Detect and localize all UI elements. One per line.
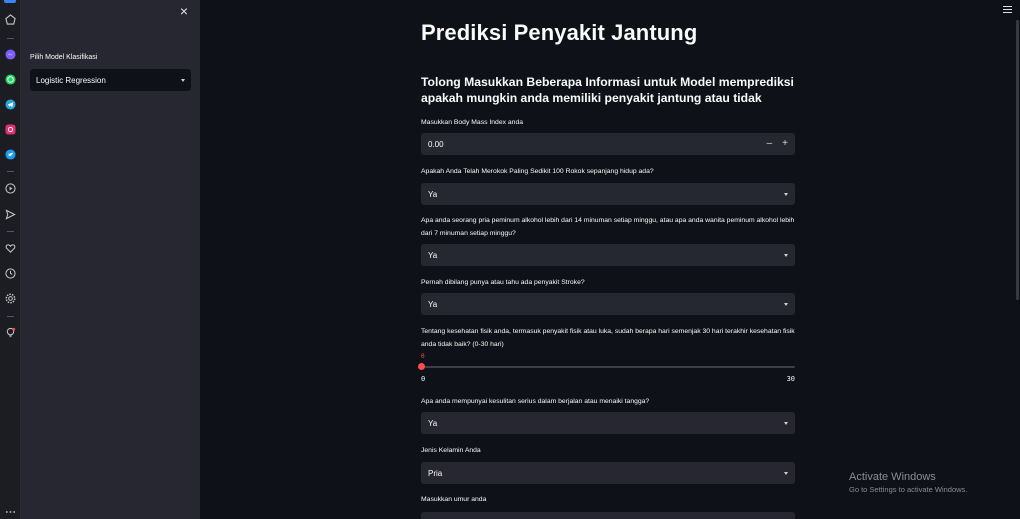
twitter-icon[interactable] <box>4 148 17 161</box>
walking-label: Apa anda mempunyai kesulitan serius dala… <box>421 398 650 405</box>
chevron-down-icon <box>784 253 788 257</box>
bmi-label: Masukkan Body Mass Index anda <box>421 119 524 126</box>
rail-divider <box>7 231 14 232</box>
bmi-number-input[interactable]: 0.00 – + <box>421 133 795 155</box>
age-input[interactable] <box>421 512 795 519</box>
slider-current-value: 0 <box>421 353 425 360</box>
page-title: Prediksi Penyakit Jantung <box>421 20 698 45</box>
alcohol-select[interactable]: Ya <box>421 244 795 266</box>
lightbulb-icon[interactable] <box>4 326 17 339</box>
sex-value: Pria <box>428 468 443 478</box>
browser-sidebar-rail <box>0 0 21 519</box>
close-icon: × <box>179 3 189 19</box>
sex-label: Jenis Kelamin Anda <box>421 447 481 454</box>
telegram-icon[interactable] <box>4 98 17 111</box>
stroke-label: Pernah dibilang punya atau tahu ada peny… <box>421 279 585 286</box>
age-label: Masukkan umur anda <box>421 496 487 503</box>
smoking-label: Apakah Anda Telah Merokok Paling Sedikit… <box>421 168 654 175</box>
messenger-icon[interactable] <box>4 48 17 61</box>
model-select[interactable]: Logistic Regression <box>30 69 191 91</box>
app-sidebar: × Pilih Model Klasifikasi Logistic Regre… <box>21 0 200 519</box>
instagram-icon[interactable] <box>4 123 17 136</box>
slider-min-label: 0 <box>421 375 426 383</box>
main-area: Prediksi Penyakit Jantung Tolong Masukka… <box>200 0 1020 519</box>
chevron-down-icon <box>784 471 788 475</box>
physical-health-label: Tentang kesehatan fisik anda, termasuk p… <box>421 328 795 348</box>
physical-health-slider-thumb[interactable] <box>418 363 425 370</box>
heart-icon[interactable] <box>4 242 17 255</box>
whatsapp-icon[interactable] <box>4 73 17 86</box>
home-icon[interactable] <box>4 13 17 26</box>
watermark-title: Activate Windows <box>849 471 936 483</box>
rail-divider <box>7 171 14 172</box>
chevron-down-icon <box>784 302 788 306</box>
chevron-down-icon <box>784 421 788 425</box>
active-indicator <box>4 0 16 3</box>
rail-divider <box>7 38 14 39</box>
sex-select[interactable]: Pria <box>421 462 795 484</box>
rail-divider <box>7 316 14 317</box>
more-icon[interactable] <box>4 505 17 518</box>
activation-watermark: Activate Windows Go to Settings to activ… <box>849 471 967 494</box>
page-subtitle: Tolong Masukkan Beberapa Informasi untuk… <box>421 75 794 105</box>
alcohol-value: Ya <box>428 250 438 260</box>
settings-icon[interactable] <box>4 292 17 305</box>
history-icon[interactable] <box>4 267 17 280</box>
stroke-select[interactable]: Ya <box>421 293 795 315</box>
smoking-value: Ya <box>428 189 438 199</box>
model-select-value: Logistic Regression <box>36 75 106 85</box>
play-circle-icon[interactable] <box>4 182 17 195</box>
hamburger-icon <box>1003 6 1012 7</box>
bmi-value: 0.00 <box>428 139 444 149</box>
physical-health-slider-track[interactable] <box>421 366 795 368</box>
decrement-button[interactable]: – <box>767 139 773 149</box>
chevron-down-icon <box>784 192 788 196</box>
send-icon[interactable] <box>4 208 17 221</box>
hamburger-icon-line <box>1003 12 1012 13</box>
stroke-value: Ya <box>428 299 438 309</box>
alcohol-label: Apa anda seorang pria peminum alkohol le… <box>421 217 795 237</box>
close-sidebar-button[interactable]: × <box>177 4 191 18</box>
chevron-down-icon <box>181 78 185 82</box>
model-select-label: Pilih Model Klasifikasi <box>30 54 98 61</box>
walking-select[interactable]: Ya <box>421 412 795 434</box>
watermark-subtitle: Go to Settings to activate Windows. <box>849 485 968 494</box>
scrollbar[interactable] <box>1016 20 1019 300</box>
hamburger-icon-line <box>1003 9 1012 10</box>
walking-value: Ya <box>428 418 438 428</box>
increment-button[interactable]: + <box>782 139 788 149</box>
slider-max-label: 30 <box>786 375 795 383</box>
menu-button[interactable] <box>1003 6 1012 13</box>
smoking-select[interactable]: Ya <box>421 183 795 205</box>
